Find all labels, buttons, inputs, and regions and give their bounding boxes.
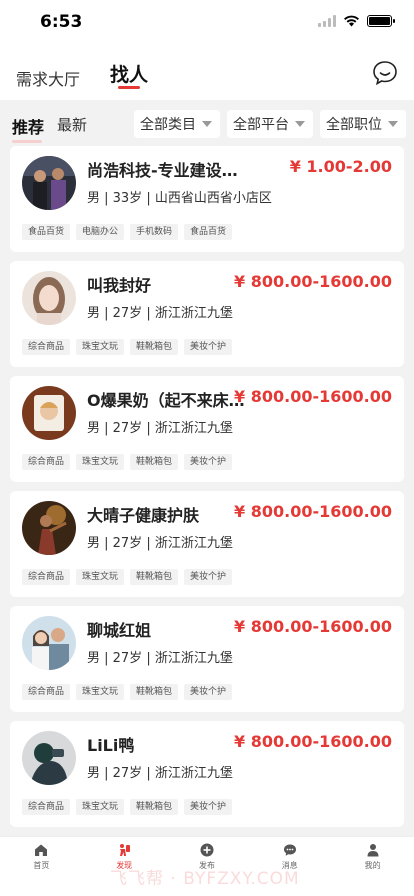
person-price: ¥ 800.00-1600.00 — [234, 617, 392, 636]
tag: 美妆个护 — [184, 569, 233, 585]
tag-list: 食品百货 电脑办公 手机数码 食品百货 — [22, 224, 233, 240]
person-info: 男 | 27岁 | 浙江浙江九堡 — [87, 306, 233, 321]
tag: 综合商品 — [22, 684, 71, 700]
tag: 美妆个护 — [184, 339, 233, 355]
top-tabs: 需求大厅 找人 — [0, 58, 414, 94]
tag: 鞋靴箱包 — [130, 684, 179, 700]
tag: 珠宝文玩 — [76, 569, 125, 585]
tag-list: 综合商品 珠宝文玩 鞋靴箱包 美妆个护 — [22, 454, 233, 470]
avatar — [22, 386, 76, 440]
watermark: 飞飞帮 · BYFZXY.COM — [110, 869, 300, 889]
person-info: 男 | 27岁 | 浙江浙江九堡 — [87, 766, 233, 781]
person-name: 大晴子健康护肤 — [87, 506, 200, 525]
tag: 鞋靴箱包 — [130, 799, 179, 815]
tag: 珠宝文玩 — [76, 454, 125, 470]
tag-list: 综合商品 珠宝文玩 鞋靴箱包 美妆个护 — [22, 339, 233, 355]
person-info: 男 | 27岁 | 浙江浙江九堡 — [87, 651, 233, 666]
avatar — [22, 731, 76, 785]
tag: 美妆个护 — [184, 799, 233, 815]
message-icon — [283, 844, 296, 856]
person-info: 男 | 33岁 | 山西省山西省小店区 — [87, 191, 272, 206]
person-name: 聊城红姐 — [87, 621, 152, 640]
active-tab-indicator — [118, 86, 140, 89]
tag: 珠宝文玩 — [76, 799, 125, 815]
position-dropdown-label: 全部职位 — [326, 117, 382, 133]
tag: 食品百货 — [184, 224, 233, 240]
chat-icon[interactable] — [372, 60, 398, 86]
sort-latest[interactable]: 最新 — [57, 114, 87, 135]
person-price: ¥ 800.00-1600.00 — [234, 502, 392, 521]
platform-dropdown-label: 全部平台 — [233, 117, 289, 133]
person-name: 叫我封好 — [87, 276, 152, 295]
battery-icon — [367, 15, 395, 27]
person-info: 男 | 27岁 | 浙江浙江九堡 — [87, 536, 233, 551]
person-price: ¥ 1.00-2.00 — [289, 157, 392, 176]
wifi-icon — [344, 15, 359, 27]
nav-profile[interactable]: 我的 — [331, 837, 414, 896]
tag-list: 综合商品 珠宝文玩 鞋靴箱包 美妆个护 — [22, 799, 233, 815]
header: 6:53 需求大厅 找人 — [0, 0, 414, 100]
tag-list: 综合商品 珠宝文玩 鞋靴箱包 美妆个护 — [22, 684, 233, 700]
person-card[interactable]: 大晴子健康护肤 ¥ 800.00-1600.00 男 | 27岁 | 浙江浙江九… — [10, 491, 404, 597]
avatar — [22, 501, 76, 555]
publish-icon — [200, 843, 214, 857]
tag: 美妆个护 — [184, 684, 233, 700]
status-icons — [318, 15, 395, 27]
filter-bar: 推荐 最新 全部类目 全部平台 全部职位 — [0, 102, 414, 144]
platform-dropdown[interactable]: 全部平台 — [227, 110, 313, 138]
home-icon — [35, 844, 48, 856]
avatar — [22, 271, 76, 325]
category-dropdown-label: 全部类目 — [140, 117, 196, 133]
tag: 综合商品 — [22, 454, 71, 470]
tag: 鞋靴箱包 — [130, 454, 179, 470]
person-price: ¥ 800.00-1600.00 — [234, 387, 392, 406]
sort-recommended[interactable]: 推荐 — [12, 114, 44, 143]
tag: 美妆个护 — [184, 454, 233, 470]
person-card[interactable]: LiLi鸭 ¥ 800.00-1600.00 男 | 27岁 | 浙江浙江九堡 … — [10, 721, 404, 827]
tag: 手机数码 — [130, 224, 179, 240]
nav-profile-label: 我的 — [364, 861, 381, 870]
status-bar: 6:53 — [0, 0, 414, 46]
tab-demand-hall[interactable]: 需求大厅 — [16, 66, 80, 90]
person-card[interactable]: O爆果奶（起不来床版） ¥ 800.00-1600.00 男 | 27岁 | 浙… — [10, 376, 404, 482]
person-card[interactable]: 聊城红姐 ¥ 800.00-1600.00 男 | 27岁 | 浙江浙江九堡 综… — [10, 606, 404, 712]
person-name: LiLi鸭 — [87, 736, 135, 755]
tag: 鞋靴箱包 — [130, 339, 179, 355]
person-name: O爆果奶（起不来床版） — [87, 391, 245, 410]
tag: 电脑办公 — [76, 224, 125, 240]
tag: 珠宝文玩 — [76, 339, 125, 355]
status-time: 6:53 — [40, 12, 83, 32]
tag: 综合商品 — [22, 799, 71, 815]
person-card[interactable]: 尚浩科技-专业建设网站 ¥ 1.00-2.00 男 | 33岁 | 山西省山西省… — [10, 146, 404, 252]
category-dropdown[interactable]: 全部类目 — [134, 110, 220, 138]
person-price: ¥ 800.00-1600.00 — [234, 732, 392, 751]
person-info: 男 | 27岁 | 浙江浙江九堡 — [87, 421, 233, 436]
nav-home-label: 首页 — [33, 861, 50, 870]
tab-find-people[interactable]: 找人 — [110, 60, 148, 87]
tag-list: 综合商品 珠宝文玩 鞋靴箱包 美妆个护 — [22, 569, 233, 585]
nav-home[interactable]: 首页 — [0, 837, 83, 896]
tag: 珠宝文玩 — [76, 684, 125, 700]
tag: 综合商品 — [22, 339, 71, 355]
avatar — [22, 156, 76, 210]
caret-down-icon — [388, 121, 398, 127]
tag: 综合商品 — [22, 569, 71, 585]
position-dropdown[interactable]: 全部职位 — [320, 110, 406, 138]
person-name: 尚浩科技-专业建设网站 — [87, 161, 247, 180]
person-card[interactable]: 叫我封好 ¥ 800.00-1600.00 男 | 27岁 | 浙江浙江九堡 综… — [10, 261, 404, 367]
profile-icon — [367, 844, 379, 857]
signal-icon — [318, 15, 336, 27]
person-price: ¥ 800.00-1600.00 — [234, 272, 392, 291]
caret-down-icon — [295, 121, 305, 127]
discover-icon — [120, 844, 131, 856]
caret-down-icon — [202, 121, 212, 127]
avatar — [22, 616, 76, 670]
tag: 食品百货 — [22, 224, 71, 240]
tag: 鞋靴箱包 — [130, 569, 179, 585]
